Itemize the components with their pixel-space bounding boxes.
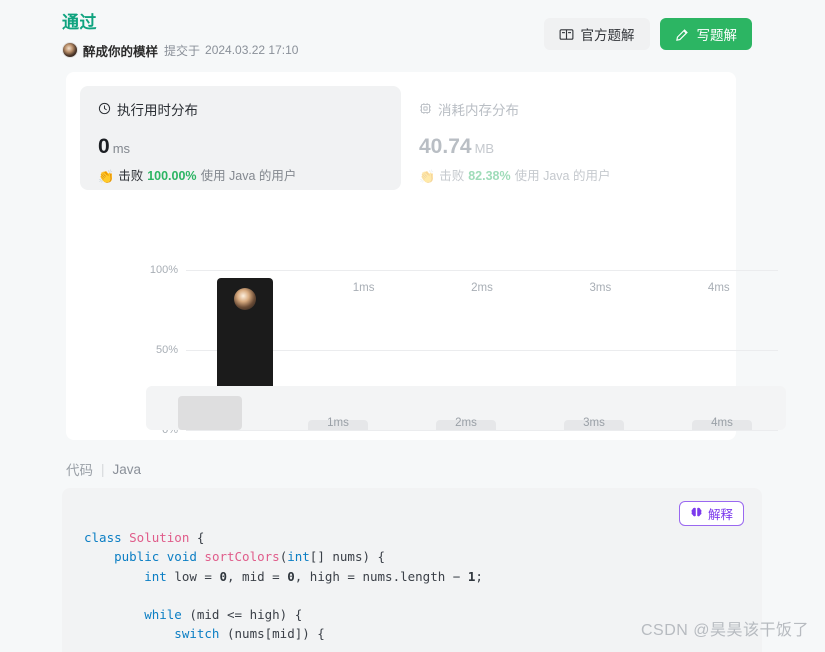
memory-beat-label: 击败 (439, 169, 465, 183)
code-label: 代码 (66, 463, 93, 478)
code-token: (mid <= high) { (189, 607, 303, 623)
distribution-card: 执行用时分布 0 ms 👏 击败 100.00% 使用 Java 的用户 消耗内… (66, 72, 786, 440)
memory-stat-card[interactable]: 消耗内存分布 40.74 MB 👏 击败 82.38% 使用 Java 的用户 (401, 86, 722, 190)
submitted-time: 2024.03.22 17:10 (205, 43, 299, 57)
code-token: while (84, 607, 190, 623)
chart-gridline (186, 270, 778, 271)
code-token: int (84, 568, 175, 584)
code-token: ; (475, 568, 483, 584)
code-token: low = (174, 568, 220, 584)
official-solution-label: 官方题解 (580, 28, 635, 43)
chart-x-tick-label: 3ms (589, 282, 612, 294)
code-token: Solution (129, 530, 197, 545)
memory-stat-unit: MB (474, 141, 495, 156)
memory-beat-tail: 使用 Java 的用户 (514, 169, 611, 183)
range-slider-tick-label: 2ms (455, 417, 477, 429)
user-avatar-icon[interactable] (62, 42, 78, 58)
runtime-stat-unit: ms (112, 141, 131, 156)
code-token: class (84, 530, 130, 545)
clock-icon (98, 102, 111, 119)
explain-button[interactable]: 解释 (678, 501, 744, 526)
runtime-stat-title: 执行用时分布 (117, 102, 198, 118)
brain-icon (690, 506, 703, 522)
code-token: [] nums) { (309, 549, 386, 565)
code-line: switch (nums[mid]) { (84, 624, 483, 643)
memory-beat-percent: 82.38% (468, 169, 511, 183)
memory-stat-value-row: 40.74 MB (419, 135, 704, 161)
chart-x-tick-label: 2ms (471, 282, 493, 294)
runtime-beat-percent: 100.00% (147, 169, 197, 183)
clap-icon: 👏 (98, 169, 115, 184)
code-line: while (mid <= high) { (84, 605, 483, 624)
submission-header: 通过 醉成你的模样 提交于 2024.03.22 17:10 官方题解 写题解 (62, 12, 752, 64)
memory-stat-head: 消耗内存分布 (419, 102, 704, 119)
chart-y-tick-label: 50% (155, 344, 178, 356)
code-token: public void (84, 549, 205, 565)
runtime-beat-row: 👏 击败 100.00% 使用 Java 的用户 (98, 169, 383, 184)
range-slider-tick-label: 3ms (583, 417, 605, 429)
runtime-beat-label: 击败 (118, 169, 144, 183)
stat-card-group: 执行用时分布 0 ms 👏 击败 100.00% 使用 Java 的用户 消耗内… (80, 86, 722, 190)
chart-range-slider[interactable]: 1ms 2ms 3ms 4ms (146, 386, 786, 430)
range-slider-tick-label: 4ms (711, 417, 733, 429)
chart-gridline (186, 430, 778, 431)
chart-x-tick-label: 1ms (352, 282, 375, 294)
runtime-stat-value: 0 (98, 135, 110, 158)
chart-y-tick-label: 100% (149, 264, 178, 276)
code-language[interactable]: Java (113, 462, 142, 477)
chart-x-tick-label: 4ms (707, 282, 730, 294)
memory-stat-value: 40.74 (419, 135, 472, 158)
code-section-header: 代码 | Java (66, 459, 141, 479)
code-token: sortColors (204, 549, 280, 565)
range-slider-tick-label: 1ms (327, 417, 349, 429)
code-token: (nums[mid]) { (227, 626, 325, 642)
code-line: public void sortColors(int[] nums) { (84, 547, 483, 566)
code-token: 0 (219, 568, 227, 584)
user-avatar-icon (234, 288, 257, 310)
submitted-label: 提交于 (164, 43, 201, 58)
code-line: int low = 0, mid = 0, high = nums.length… (84, 567, 483, 586)
book-icon (559, 27, 574, 42)
code-line: class Solution { (84, 528, 483, 547)
submitter-name[interactable]: 醉成你的模样 (83, 41, 158, 60)
chart-gridline (186, 350, 778, 351)
write-solution-label: 写题解 (696, 28, 738, 43)
code-token: , mid = (227, 568, 288, 584)
submission-result-page: 通过 醉成你的模样 提交于 2024.03.22 17:10 官方题解 写题解 … (0, 0, 825, 652)
code-separator: | (101, 461, 105, 477)
official-solution-button[interactable]: 官方题解 (543, 18, 650, 50)
range-slider-handle[interactable] (178, 396, 242, 430)
runtime-beat-tail: 使用 Java 的用户 (200, 169, 297, 183)
clap-icon: 👏 (419, 169, 436, 184)
code-token: , high = nums.length − (294, 568, 468, 584)
runtime-stat-head: 执行用时分布 (98, 102, 383, 119)
runtime-stat-value-row: 0 ms (98, 135, 383, 161)
code-token: 0 (287, 568, 295, 584)
pencil-icon (675, 27, 690, 42)
memory-icon (419, 102, 432, 119)
memory-stat-title: 消耗内存分布 (438, 102, 519, 118)
header-actions: 官方题解 写题解 (543, 18, 752, 50)
code-token: int (287, 549, 310, 565)
code-token: { (196, 530, 205, 545)
code-content[interactable]: class Solution { public void sortColors(… (84, 528, 483, 644)
explain-label: 解释 (707, 508, 733, 522)
code-token: switch (84, 626, 227, 642)
write-solution-button[interactable]: 写题解 (659, 18, 752, 50)
memory-beat-row: 👏 击败 82.38% 使用 Java 的用户 (419, 169, 704, 184)
watermark: CSDN @昊昊该干饭了 (640, 622, 809, 639)
runtime-stat-card[interactable]: 执行用时分布 0 ms 👏 击败 100.00% 使用 Java 的用户 (80, 86, 401, 190)
